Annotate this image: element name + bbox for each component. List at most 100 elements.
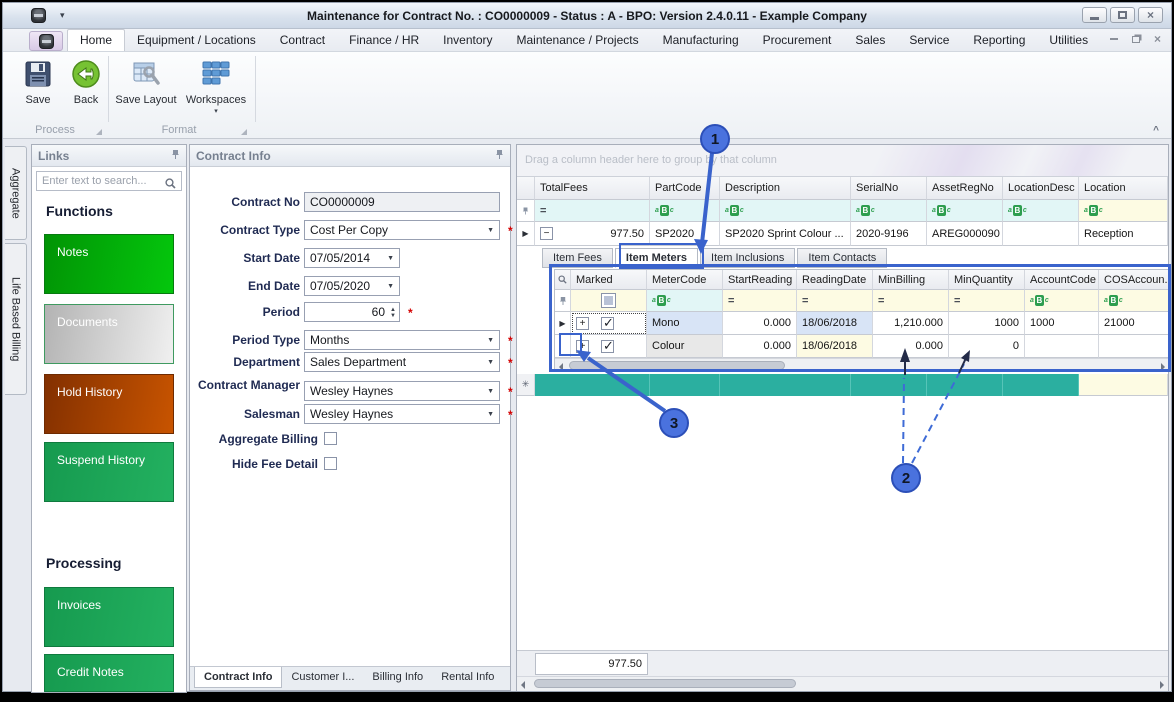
ribbon-tab-manufacturing[interactable]: Manufacturing	[651, 30, 751, 51]
search-input[interactable]	[36, 171, 182, 191]
mdi-close-button[interactable]: ×	[1154, 33, 1161, 45]
hide-fee-detail-checkbox[interactable]	[324, 457, 337, 470]
dock-tab-life-based-billing[interactable]: Life Based Billing	[5, 243, 27, 395]
detail-column-minquantity[interactable]: MinQuantity	[949, 270, 1025, 290]
partcode-cell[interactable]: SP2020	[650, 222, 720, 246]
process-dialog-launcher-icon[interactable]	[96, 129, 102, 135]
append-row[interactable]: ✳	[517, 374, 1168, 396]
save-layout-button[interactable]: Save Layout	[115, 58, 177, 124]
detail-column-marked[interactable]: Marked	[571, 270, 647, 290]
ribbon-tab-procurement[interactable]: Procurement	[751, 30, 844, 51]
detail-filter-startreading[interactable]: =	[723, 290, 797, 312]
detail-filter-accountcode[interactable]: aBc	[1025, 290, 1099, 312]
location-cell[interactable]: Reception	[1079, 222, 1168, 246]
spin-down-icon[interactable]: ▼	[390, 313, 396, 319]
aggregate-billing-checkbox[interactable]	[324, 432, 337, 445]
tab-contract-info[interactable]: Contract Info	[194, 667, 282, 688]
salesman-select[interactable]: Wesley Haynes▼	[304, 404, 500, 424]
append-cell[interactable]	[927, 374, 1003, 396]
start-date-select[interactable]: 07/05/2014▼	[304, 248, 400, 268]
filter-assetregno[interactable]: aBc	[927, 200, 1003, 222]
assetregno-cell[interactable]: AREG000090	[927, 222, 1003, 246]
detail-filter-pin-icon[interactable]	[555, 290, 571, 312]
marked-checkbox[interactable]: ✓	[601, 317, 614, 330]
expand-row-button[interactable]: +	[576, 340, 589, 353]
append-cell[interactable]	[650, 374, 720, 396]
ribbon-tab-finance-hr[interactable]: Finance / HR	[337, 30, 431, 51]
tab-customer-info[interactable]: Customer I...	[282, 667, 363, 687]
column-header-assetregno[interactable]: AssetRegNo	[927, 177, 1003, 200]
collapse-row-button[interactable]: −	[540, 227, 553, 240]
locationdesc-cell[interactable]	[1003, 222, 1079, 246]
documents-button[interactable]: Documents	[44, 304, 174, 364]
append-cell[interactable]	[535, 374, 650, 396]
maximize-button[interactable]	[1110, 7, 1135, 23]
marked-cell[interactable]: + ✓	[571, 312, 647, 335]
filter-totalfees[interactable]: =	[535, 200, 650, 222]
tab-rental-info[interactable]: Rental Info	[432, 667, 503, 687]
marked-checkbox[interactable]: ✓	[601, 340, 614, 353]
detail-filter-minquantity[interactable]: =	[949, 290, 1025, 312]
ribbon-tab-inventory[interactable]: Inventory	[431, 30, 504, 51]
metercode-cell[interactable]: Mono	[647, 312, 723, 335]
readingdate-cell[interactable]: 18/06/2018	[797, 312, 873, 335]
detail-filter-marked[interactable]	[571, 290, 647, 312]
app-menu-button[interactable]	[29, 31, 63, 51]
ribbon-collapse-button[interactable]: ^	[1153, 125, 1159, 136]
filter-location[interactable]: aBc	[1079, 200, 1168, 222]
contract-manager-select[interactable]: Wesley Haynes▼	[304, 381, 500, 401]
group-by-panel[interactable]: Drag a column header here to group by th…	[517, 145, 1168, 177]
filter-locationdesc[interactable]: aBc	[1003, 200, 1079, 222]
ribbon-tab-maintenance-projects[interactable]: Maintenance / Projects	[505, 30, 651, 51]
detail-filter-cosaccount[interactable]: aBc	[1099, 290, 1169, 312]
description-cell[interactable]: SP2020 Sprint Colour ...	[720, 222, 851, 246]
startreading-cell[interactable]: 0.000	[723, 312, 797, 335]
startreading-cell[interactable]: 0.000	[723, 335, 797, 358]
back-button[interactable]: Back	[57, 58, 115, 124]
pin-icon[interactable]	[171, 149, 180, 163]
period-spinner[interactable]: 60	[304, 302, 400, 322]
end-date-select[interactable]: 07/05/2020▼	[304, 276, 400, 296]
close-button[interactable]: ×	[1138, 7, 1163, 23]
detail-column-readingdate[interactable]: ReadingDate	[797, 270, 873, 290]
pin-icon[interactable]	[495, 149, 504, 163]
column-header-totalfees[interactable]: TotalFees	[535, 177, 650, 200]
detail-horizontal-scrollbar[interactable]	[555, 358, 1169, 372]
column-header-serialno[interactable]: SerialNo	[851, 177, 927, 200]
ribbon-tab-equipment-locations[interactable]: Equipment / Locations	[125, 30, 268, 51]
cosaccount-cell[interactable]	[1099, 335, 1169, 358]
minquantity-cell[interactable]: 0	[949, 335, 1025, 358]
totalfees-cell[interactable]: − 977.50	[535, 222, 650, 246]
department-select[interactable]: Sales Department▼	[304, 352, 500, 372]
contract-type-select[interactable]: Cost Per Copy▼	[304, 220, 500, 240]
metercode-cell[interactable]: Colour	[647, 335, 723, 358]
scroll-right-icon[interactable]	[1161, 363, 1165, 371]
detail-column-metercode[interactable]: MeterCode	[647, 270, 723, 290]
invoices-button[interactable]: Invoices	[44, 587, 174, 647]
filter-partcode[interactable]: aBc	[650, 200, 720, 222]
detail-tab-item-inclusions[interactable]: Item Inclusions	[700, 248, 795, 268]
detail-tab-item-meters[interactable]: Item Meters	[615, 248, 698, 268]
hold-history-button[interactable]: Hold History	[44, 374, 174, 434]
ribbon-tab-utilities[interactable]: Utilities	[1037, 30, 1100, 51]
minbilling-cell[interactable]: 1,210.000	[873, 312, 949, 335]
detail-row-colour[interactable]: + ✓ Colour 0.000 18/06/2018 0.000 0	[555, 335, 1169, 358]
scroll-left-icon[interactable]	[559, 363, 563, 371]
scroll-right-icon[interactable]	[1160, 681, 1164, 689]
cosaccount-cell[interactable]: 21000	[1099, 312, 1169, 335]
master-row[interactable]: ▶ − 977.50 SP2020 SP2020 Sprint Colour .…	[517, 222, 1168, 246]
detail-tab-item-contacts[interactable]: Item Contacts	[797, 248, 887, 268]
ribbon-tab-reporting[interactable]: Reporting	[961, 30, 1037, 51]
serialno-cell[interactable]: 2020-9196	[851, 222, 927, 246]
readingdate-cell[interactable]: 18/06/2018	[797, 335, 873, 358]
format-dialog-launcher-icon[interactable]	[241, 129, 247, 135]
period-type-select[interactable]: Months▼	[304, 330, 500, 350]
column-header-location[interactable]: Location	[1079, 177, 1168, 200]
scrollbar-thumb[interactable]	[534, 679, 796, 688]
append-cell[interactable]	[851, 374, 927, 396]
workspaces-button[interactable]: Workspaces ▾	[183, 58, 249, 124]
dock-tab-aggregate[interactable]: Aggregate	[5, 146, 27, 240]
accountcode-cell[interactable]: 1000	[1025, 312, 1099, 335]
detail-search-icon[interactable]	[555, 270, 571, 290]
filter-pin-icon[interactable]	[517, 200, 535, 222]
